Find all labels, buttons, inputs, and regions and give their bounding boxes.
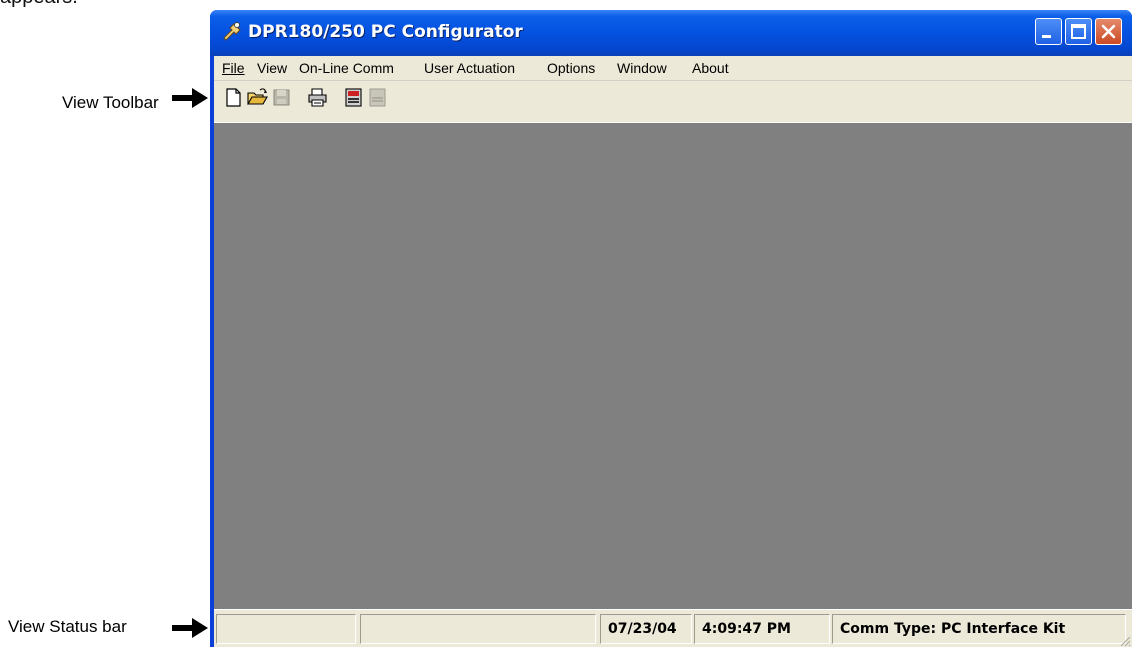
view-status-bar-callout: View Status bar <box>8 617 127 636</box>
close-icon <box>1101 24 1116 39</box>
device-icon <box>345 88 362 107</box>
close-button[interactable] <box>1095 18 1122 45</box>
status-comm-pane: Comm Type: PC Interface Kit <box>832 614 1126 644</box>
client-area: File View On-Line Comm User Actuation Op… <box>214 56 1132 647</box>
printer-icon <box>308 88 327 107</box>
menu-user-actuation[interactable]: User Actuation <box>424 60 515 76</box>
status-pane-1 <box>216 614 356 644</box>
resize-grip-icon[interactable] <box>1119 635 1131 647</box>
maximize-button[interactable] <box>1065 18 1092 45</box>
save-button[interactable] <box>270 86 293 109</box>
minimize-icon <box>1042 35 1051 38</box>
status-bar: 07/23/04 4:09:47 PM Comm Type: PC Interf… <box>214 609 1132 647</box>
status-time: 4:09:47 PM <box>702 621 791 637</box>
status-date: 07/23/04 <box>608 621 677 637</box>
document-text-fragment: appears. <box>0 0 78 9</box>
open-folder-icon <box>247 88 268 105</box>
new-button[interactable] <box>222 86 245 109</box>
status-pane-2 <box>360 614 596 644</box>
device-disabled-icon <box>369 88 386 107</box>
mdi-workspace[interactable] <box>214 123 1132 609</box>
menu-about[interactable]: About <box>692 60 729 76</box>
title-bar[interactable]: DPR180/250 PC Configurator <box>210 10 1132 56</box>
status-comm-type: Comm Type: PC Interface Kit <box>840 621 1066 637</box>
app-window: DPR180/250 PC Configurator File View On-… <box>210 10 1132 647</box>
maximize-icon <box>1071 24 1086 39</box>
status-date-pane: 07/23/04 <box>600 614 692 644</box>
menu-file[interactable]: File <box>222 60 245 76</box>
status-time-pane: 4:09:47 PM <box>694 614 830 644</box>
menu-bar: File View On-Line Comm User Actuation Op… <box>214 56 1132 81</box>
minimize-button[interactable] <box>1035 18 1062 45</box>
new-document-icon <box>226 88 241 107</box>
toolbar-callout-arrow-icon <box>172 88 208 108</box>
save-disk-icon <box>273 89 290 106</box>
device-button[interactable] <box>342 86 365 109</box>
menu-file-label: File <box>222 60 245 76</box>
menu-options[interactable]: Options <box>547 60 595 76</box>
device-disabled-button[interactable] <box>366 86 389 109</box>
print-button[interactable] <box>306 86 329 109</box>
app-icon[interactable] <box>220 20 244 44</box>
view-toolbar-callout: View Toolbar <box>62 93 159 112</box>
toolbar <box>214 81 1132 123</box>
open-button[interactable] <box>246 86 269 109</box>
window-title: DPR180/250 PC Configurator <box>248 22 523 42</box>
menu-window[interactable]: Window <box>617 60 667 76</box>
statusbar-callout-arrow-icon <box>172 618 208 638</box>
menu-on-line-comm[interactable]: On-Line Comm <box>299 60 394 76</box>
menu-view[interactable]: View <box>257 60 287 76</box>
